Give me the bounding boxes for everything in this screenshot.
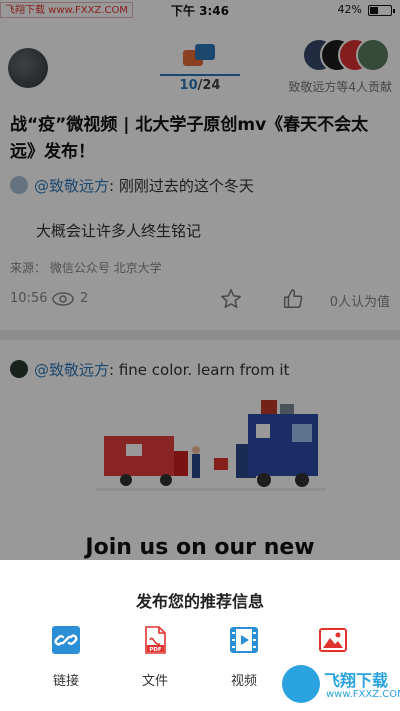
site-watermark: 飞翔下载 www.FXXZ.COM (282, 663, 400, 707)
svg-text:PDF: PDF (149, 647, 162, 653)
watermark-logo-icon (282, 665, 320, 703)
option-label: 视频 (230, 674, 257, 689)
watermark-url: www.FXXZ.COM (326, 689, 400, 700)
pdf-file-icon: PDF (145, 626, 166, 654)
modal-backdrop[interactable] (0, 0, 400, 560)
option-file[interactable]: PDF 文件 (125, 626, 185, 689)
link-icon (52, 626, 80, 654)
option-link[interactable]: 链接 (36, 626, 96, 689)
image-icon (319, 628, 347, 652)
option-video[interactable]: 视频 (214, 626, 274, 689)
video-icon (230, 627, 258, 653)
watermark-title: 飞翔下载 (324, 671, 389, 690)
sheet-title: 发布您的推荐信息 (135, 592, 264, 611)
app-screen: 飞翔下载 www.FXXZ.COM 下午 3:46 42% 10/24 致敬远方… (0, 0, 400, 711)
option-label: 文件 (141, 674, 168, 689)
option-label: 链接 (52, 674, 79, 689)
